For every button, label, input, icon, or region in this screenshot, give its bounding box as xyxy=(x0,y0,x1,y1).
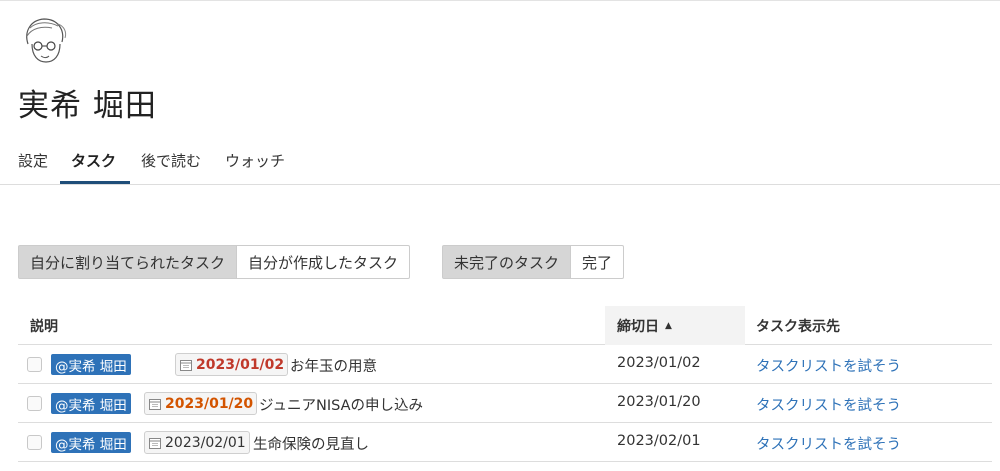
due-date-chip: 2023/01/20 xyxy=(144,392,258,415)
due-date-cell: 2023/01/02 xyxy=(617,355,701,371)
task-description: ジュニアNISAの申し込み xyxy=(259,398,423,414)
assigned-to-me-button[interactable]: 自分に割り当てられたタスク xyxy=(18,245,238,279)
due-date-chip: 2023/02/01 xyxy=(144,431,250,454)
sort-ascending-icon: ▲ xyxy=(665,320,672,331)
task-description: お年玉の用意 xyxy=(290,359,377,375)
avatar xyxy=(18,14,70,66)
due-date-chip-text: 2023/02/01 xyxy=(165,434,246,451)
tab-settings[interactable]: 設定 xyxy=(18,150,48,171)
user-avatar-icon xyxy=(26,18,67,63)
column-header-task-location[interactable]: タスク表示先 xyxy=(756,306,840,345)
user-mention-badge[interactable]: @実希 堀田 xyxy=(51,354,131,375)
table-row: @実希 堀田 2023/01/02 お年玉の用意 2023/01/02 タスクリ… xyxy=(18,345,992,384)
calendar-icon xyxy=(180,359,192,371)
due-date-chip-text: 2023/01/20 xyxy=(165,395,254,412)
created-by-me-button[interactable]: 自分が作成したタスク xyxy=(237,245,411,279)
due-date-cell: 2023/01/20 xyxy=(617,394,701,410)
column-header-due-date[interactable]: 締切日 ▲ xyxy=(605,306,745,345)
column-header-description[interactable]: 説明 xyxy=(30,306,58,345)
due-date-cell: 2023/02/01 xyxy=(617,433,701,449)
profile-tabs: 設定 タスク 後で読む ウォッチ xyxy=(0,140,1000,185)
completed-tasks-button[interactable]: 完了 xyxy=(571,245,625,279)
status-filter-group: 未完了のタスク 完了 xyxy=(442,245,625,279)
user-name-heading: 実希 堀田 xyxy=(18,88,157,124)
calendar-icon xyxy=(149,398,161,410)
calendar-icon xyxy=(149,437,161,449)
task-complete-checkbox[interactable] xyxy=(27,357,42,372)
user-mention-badge[interactable]: @実希 堀田 xyxy=(51,393,131,414)
table-row: @実希 堀田 2023/02/01 生命保険の見直し 2023/02/01 タス… xyxy=(18,423,992,462)
tab-watch[interactable]: ウォッチ xyxy=(225,150,285,171)
task-complete-checkbox[interactable] xyxy=(27,435,42,450)
top-divider xyxy=(0,0,1000,1)
due-date-chip-text: 2023/01/02 xyxy=(196,356,285,373)
column-header-due-date-label: 締切日 xyxy=(617,318,659,335)
table-header: 説明 締切日 ▲ タスク表示先 xyxy=(18,306,992,345)
user-mention-badge[interactable]: @実希 堀田 xyxy=(51,432,131,453)
due-date-chip: 2023/01/02 xyxy=(175,353,289,376)
active-tab-indicator xyxy=(60,181,130,184)
task-table: 説明 締切日 ▲ タスク表示先 @実希 堀田 2023/01/02 お年玉の用意… xyxy=(18,306,992,462)
tab-read-later[interactable]: 後で読む xyxy=(141,150,201,171)
table-row: @実希 堀田 2023/01/20 ジュニアNISAの申し込み 2023/01/… xyxy=(18,384,992,423)
task-list-link[interactable]: タスクリストを試そう xyxy=(756,433,901,454)
task-description: 生命保険の見直し xyxy=(253,437,369,453)
tab-tasks[interactable]: タスク xyxy=(71,150,116,171)
incomplete-tasks-button[interactable]: 未完了のタスク xyxy=(442,245,572,279)
task-list-link[interactable]: タスクリストを試そう xyxy=(756,355,901,376)
task-complete-checkbox[interactable] xyxy=(27,396,42,411)
task-list-link[interactable]: タスクリストを試そう xyxy=(756,394,901,415)
assignment-filter-group: 自分に割り当てられたタスク 自分が作成したタスク xyxy=(18,245,411,279)
